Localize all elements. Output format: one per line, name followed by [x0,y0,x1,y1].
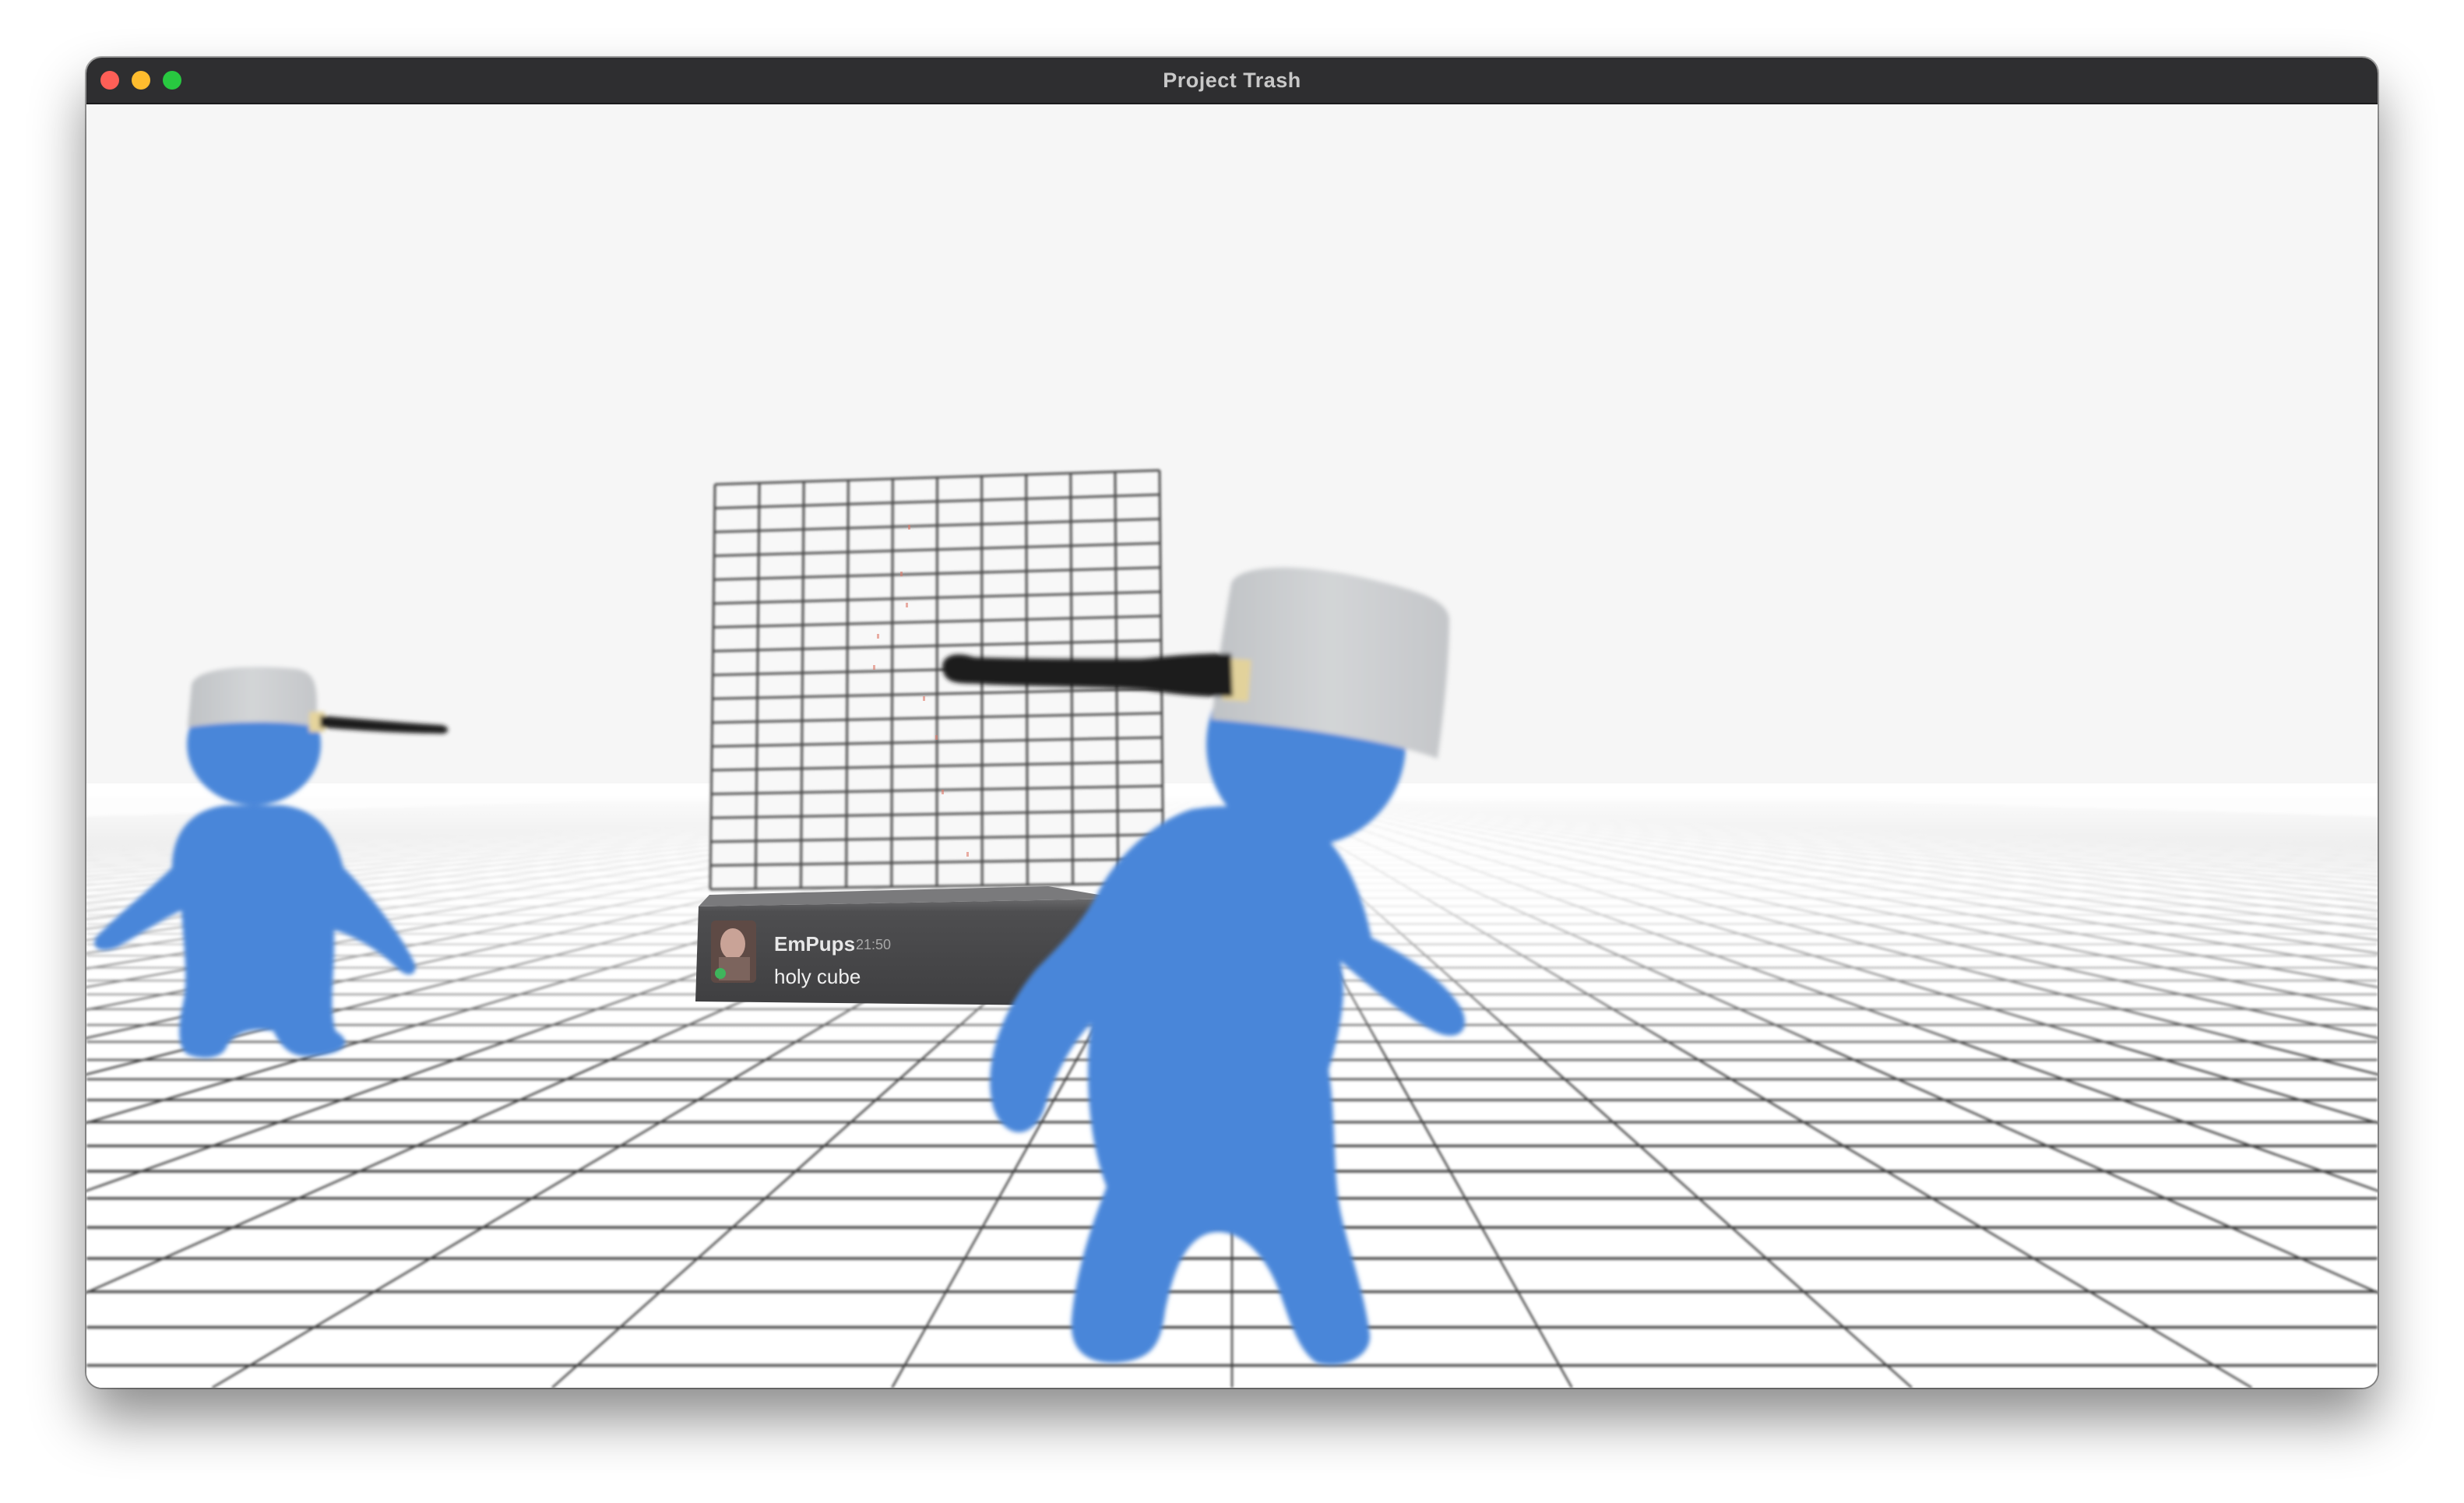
chat-avatar[interactable] [711,920,756,983]
game-scene[interactable]: EmPups 21:50 holy cube [86,104,2378,1388]
window-title: Project Trash [1163,69,1301,92]
app-window: Project Trash EmPups 21:50 holy cube [86,58,2378,1388]
grid-wall-line [935,477,938,887]
character-far-hat [188,667,317,727]
grid-wall-line [890,478,894,887]
chat-timestamp: 21:50 [856,937,891,952]
chat-username[interactable]: EmPups [774,932,855,956]
title-bar[interactable]: Project Trash [86,58,2378,104]
chat-message: holy cube [774,965,861,988]
game-viewport[interactable]: EmPups 21:50 holy cube [86,104,2378,1388]
